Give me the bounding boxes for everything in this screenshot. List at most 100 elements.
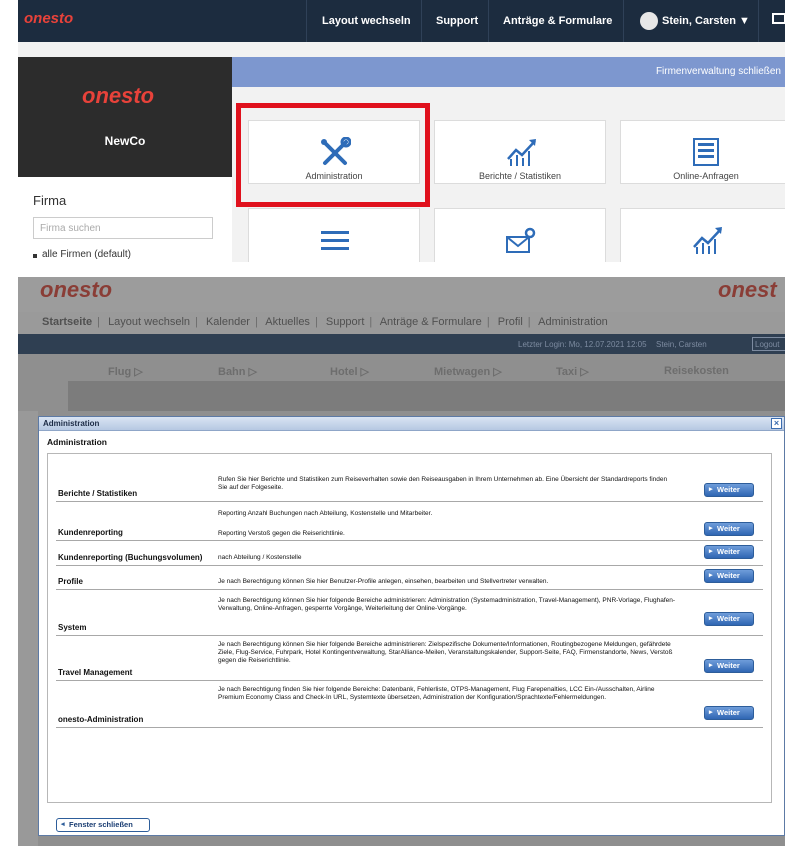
- menu-profil[interactable]: Profil: [498, 316, 523, 328]
- nav-layout-wechseln[interactable]: Layout wechseln: [322, 0, 411, 42]
- row-travel-management: Travel Management Je nach Berechtigung k…: [56, 636, 763, 681]
- row-onesto-administration: onesto-Administration Je nach Berechtigu…: [56, 681, 763, 728]
- row-kundenreporting: Kundenreporting Reporting Anzahl Buchung…: [56, 502, 763, 541]
- chart-growth-icon: [507, 139, 536, 166]
- admin-blue-bar: Firmenverwaltung schließen: [232, 57, 785, 87]
- hamburger-icon: [321, 231, 349, 250]
- background-header: [18, 277, 785, 312]
- tile-online-anfragen[interactable]: Online-Anfragen: [620, 120, 785, 184]
- row-name: Travel Management: [58, 668, 133, 677]
- admin-options-box: Berichte / Statistiken Rufen Sie hier Be…: [47, 453, 772, 803]
- onesto-brand-logo: onesto: [82, 83, 155, 108]
- tile-statistics[interactable]: [620, 208, 785, 262]
- row-system: System Je nach Berechtigung können Sie h…: [56, 590, 763, 636]
- row-name: Profile: [58, 577, 83, 586]
- background-banner: [68, 381, 785, 411]
- menu-layout-wechseln[interactable]: Layout wechseln: [108, 316, 190, 328]
- firma-heading: Firma: [33, 193, 67, 208]
- tile-mail-settings[interactable]: [434, 208, 606, 262]
- background-logo: onesto: [40, 277, 113, 302]
- row-name: Berichte / Statistiken: [58, 489, 138, 498]
- menu-aktuelles[interactable]: Aktuelles: [265, 316, 310, 328]
- tab-flug[interactable]: Flug ▷: [108, 365, 143, 378]
- user-name: Stein, Carsten: [662, 15, 736, 27]
- weiter-button[interactable]: Weiter: [704, 706, 754, 720]
- nav-divider: [306, 0, 307, 42]
- row-description: Je nach Berechtigung können Sie hier fol…: [218, 641, 673, 664]
- all-firms-item[interactable]: alle Firmen (default): [42, 249, 131, 260]
- menu-startseite[interactable]: Startseite: [42, 316, 92, 328]
- tile-menu[interactable]: [248, 208, 420, 262]
- weiter-button[interactable]: Weiter: [704, 612, 754, 626]
- tab-reisekosten[interactable]: Reisekosten: [664, 365, 729, 377]
- menu-kalender[interactable]: Kalender: [206, 316, 250, 328]
- dialog-subtitle: Administration: [47, 437, 107, 447]
- dialog-title: Administration: [43, 419, 100, 428]
- weiter-button[interactable]: Weiter: [704, 522, 754, 536]
- close-company-admin-link[interactable]: Firmenverwaltung schließen: [656, 66, 781, 77]
- dialog-titlebar: Administration ×: [39, 417, 784, 431]
- login-user: Stein, Carsten: [656, 340, 707, 349]
- tab-mietwagen[interactable]: Mietwagen ▷: [434, 365, 502, 378]
- weiter-button[interactable]: Weiter: [704, 659, 754, 673]
- nav-support[interactable]: Support: [436, 0, 478, 42]
- row-name: Kundenreporting (Buchungsvolumen): [58, 553, 203, 562]
- user-menu[interactable]: Stein, Carsten ▼: [662, 0, 750, 42]
- row-description: Reporting Anzahl Buchungen nach Abteilun…: [218, 510, 433, 517]
- tile-berichte-statistiken[interactable]: Berichte / Statistiken: [434, 120, 606, 184]
- nav-divider: [758, 0, 759, 42]
- onesto-logo[interactable]: onesto: [24, 10, 73, 27]
- row-berichte-statistiken: Berichte / Statistiken Rufen Sie hier Be…: [56, 472, 763, 502]
- nav-divider: [623, 0, 624, 42]
- company-sidebar: onesto NewCo Firma Firma suchen alle Fir…: [18, 57, 232, 262]
- user-avatar-icon[interactable]: [640, 12, 658, 30]
- menu-support[interactable]: Support: [326, 316, 365, 328]
- row-description: Je nach Berechtigung finden Sie hier fol…: [218, 686, 655, 701]
- row-name: Kundenreporting: [58, 528, 123, 537]
- background-sidebar: [18, 411, 38, 846]
- tab-hotel[interactable]: Hotel ▷: [330, 365, 369, 378]
- nav-divider: [488, 0, 489, 42]
- mail-gear-icon: [506, 227, 536, 253]
- nav-antraege-formulare[interactable]: Anträge & Formulare: [503, 0, 612, 42]
- background-login-bar: Letzter Login: Mo, 12.07.2021 12:05 Stei…: [18, 334, 785, 354]
- company-name: NewCo: [104, 134, 146, 148]
- weiter-button[interactable]: Weiter: [704, 569, 754, 583]
- close-window-button[interactable]: Fenster schließen: [56, 818, 150, 832]
- last-login-text: Letzter Login: Mo, 12.07.2021 12:05: [518, 340, 647, 349]
- logout-button[interactable]: Logout: [752, 337, 785, 351]
- background-menu: Startseite | Layout wechseln | Kalender | A…: [18, 312, 785, 334]
- tile-label: Berichte / Statistiken: [478, 171, 562, 181]
- weiter-button[interactable]: Weiter: [704, 545, 754, 559]
- bottom-screenshot: onesto onest Startseite | Layout wechseln…: [18, 277, 785, 846]
- close-icon[interactable]: ×: [771, 418, 782, 429]
- top-navbar: onesto Layout wechseln Support Anträge &…: [18, 0, 785, 42]
- row-profile: Profile Je nach Berechtigung können Sie …: [56, 566, 763, 590]
- row-description: Je nach Berechtigung können Sie hier Ben…: [218, 578, 549, 585]
- menu-antraege[interactable]: Anträge & Formulare: [380, 316, 482, 328]
- mail-icon[interactable]: [772, 13, 785, 24]
- menu-administration[interactable]: Administration: [538, 316, 608, 328]
- row-description: Rufen Sie hier Berichte und Statistiken …: [218, 476, 668, 491]
- administration-dialog: Administration × Administration Berichte…: [38, 416, 785, 836]
- firma-search-input[interactable]: Firma suchen: [33, 217, 213, 239]
- tile-label: Online-Anfragen: [673, 171, 739, 181]
- row-name: onesto-Administration: [58, 715, 144, 724]
- tab-taxi[interactable]: Taxi ▷: [556, 365, 589, 378]
- highlight-box: [236, 103, 430, 207]
- bullet-icon: [33, 254, 37, 258]
- top-screenshot: onesto Layout wechseln Support Anträge &…: [18, 0, 785, 262]
- row-description: Je nach Berechtigung können Sie hier fol…: [218, 597, 676, 612]
- row-kundenreporting-buchungsvolumen: Kundenreporting (Buchungsvolumen) nach A…: [56, 541, 763, 566]
- row-description-2: Reporting Verstoß gegen die Reiserichtli…: [218, 530, 345, 537]
- company-header: onesto NewCo: [18, 57, 232, 177]
- tab-bahn[interactable]: Bahn ▷: [218, 365, 257, 378]
- background-logo-right: onest: [718, 277, 777, 302]
- weiter-button[interactable]: Weiter: [704, 483, 754, 497]
- nav-divider: [421, 0, 422, 42]
- chart-growth-icon: [693, 227, 722, 254]
- row-description: nach Abteilung / Kostenstelle: [218, 554, 302, 561]
- row-name: System: [58, 623, 87, 632]
- form-list-icon: [693, 138, 719, 166]
- background-tabs: Flug ▷ Bahn ▷ Hotel ▷ Mietwagen ▷ Taxi ▷…: [68, 363, 785, 381]
